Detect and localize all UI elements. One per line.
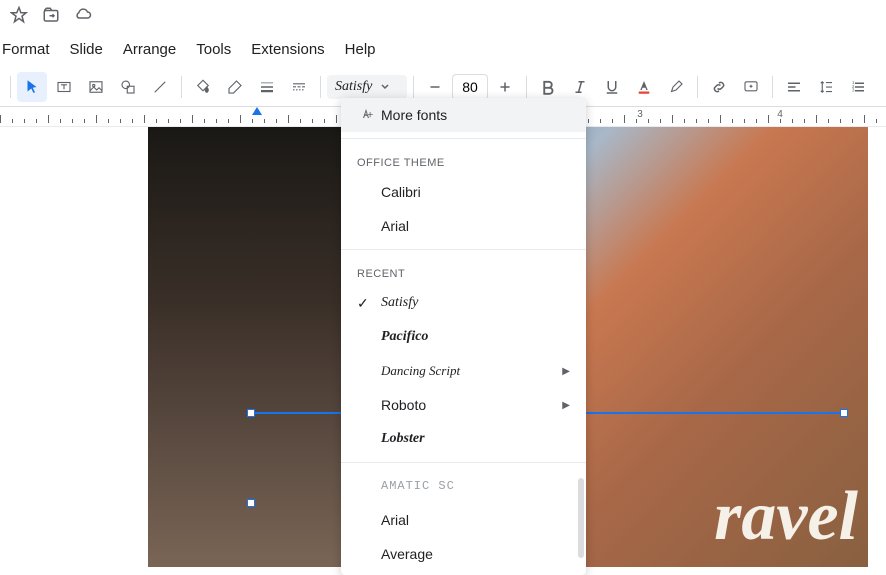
font-item-arial-2[interactable]: Arial [341,503,586,537]
menu-arrange[interactable]: Arrange [123,41,176,58]
border-color-tool[interactable] [220,72,250,102]
font-item-calibri[interactable]: Calibri [341,175,586,209]
submenu-arrow-icon: ▶ [562,400,570,411]
font-item-satisfy[interactable]: ✓ Satisfy [341,286,586,320]
scrollbar-thumb[interactable] [578,478,584,558]
more-fonts-label: More fonts [381,107,570,123]
border-dash-tool[interactable] [284,72,314,102]
selection-handle[interactable] [247,409,255,417]
textbox-tool[interactable] [49,72,79,102]
menu-extensions[interactable]: Extensions [251,41,324,58]
more-fonts-item[interactable]: More fonts [341,98,586,132]
move-to-icon[interactable] [42,6,60,27]
font-name: Satisfy [335,79,372,95]
menu-slide[interactable]: Slide [70,41,103,58]
slide-title-text[interactable]: ravel [714,477,858,557]
comment-button[interactable] [736,72,766,102]
highlight-button[interactable] [661,72,691,102]
select-tool[interactable] [17,72,47,102]
svg-text:3: 3 [852,88,855,93]
underline-button[interactable] [597,72,627,102]
chevron-down-icon [380,82,390,92]
shape-tool[interactable] [113,72,143,102]
font-item-pacifico[interactable]: Pacifico [341,320,586,354]
font-item-roboto[interactable]: Roboto ▶ [341,388,586,422]
link-button[interactable] [704,72,734,102]
line-spacing-button[interactable] [811,72,841,102]
fill-color-tool[interactable] [188,72,218,102]
font-dropdown: More fonts OFFICE THEME Calibri Arial RE… [341,98,586,575]
image-tool[interactable] [81,72,111,102]
font-item-lobster[interactable]: Lobster [341,422,586,456]
selection-handle[interactable] [840,409,848,417]
align-button[interactable] [779,72,809,102]
font-item-arial[interactable]: Arial [341,209,586,243]
section-theme: OFFICE THEME [341,145,586,175]
border-weight-tool[interactable] [252,72,282,102]
font-item-average[interactable]: Average [341,537,586,571]
check-icon: ✓ [357,295,381,312]
menubar: Format Slide Arrange Tools Extensions He… [0,33,886,68]
indent-marker[interactable] [252,107,262,115]
menu-format[interactable]: Format [2,41,50,58]
text-color-button[interactable] [629,72,659,102]
font-selector[interactable]: Satisfy [327,75,407,99]
font-size-input[interactable] [452,74,488,100]
ruler-mark: 3 [637,109,643,120]
list-button[interactable]: 123 [843,72,873,102]
star-icon[interactable] [10,6,28,27]
section-recent: RECENT [341,256,586,286]
cloud-icon[interactable] [74,6,92,27]
menu-help[interactable]: Help [345,41,376,58]
menu-tools[interactable]: Tools [196,41,231,58]
add-font-icon [357,106,381,124]
selection-handle[interactable] [247,499,255,507]
line-tool[interactable] [145,72,175,102]
font-item-amatic[interactable]: Amatic SC [341,469,586,503]
font-item-dancing-script[interactable]: Dancing Script ▶ [341,354,586,388]
submenu-arrow-icon: ▶ [562,366,570,377]
